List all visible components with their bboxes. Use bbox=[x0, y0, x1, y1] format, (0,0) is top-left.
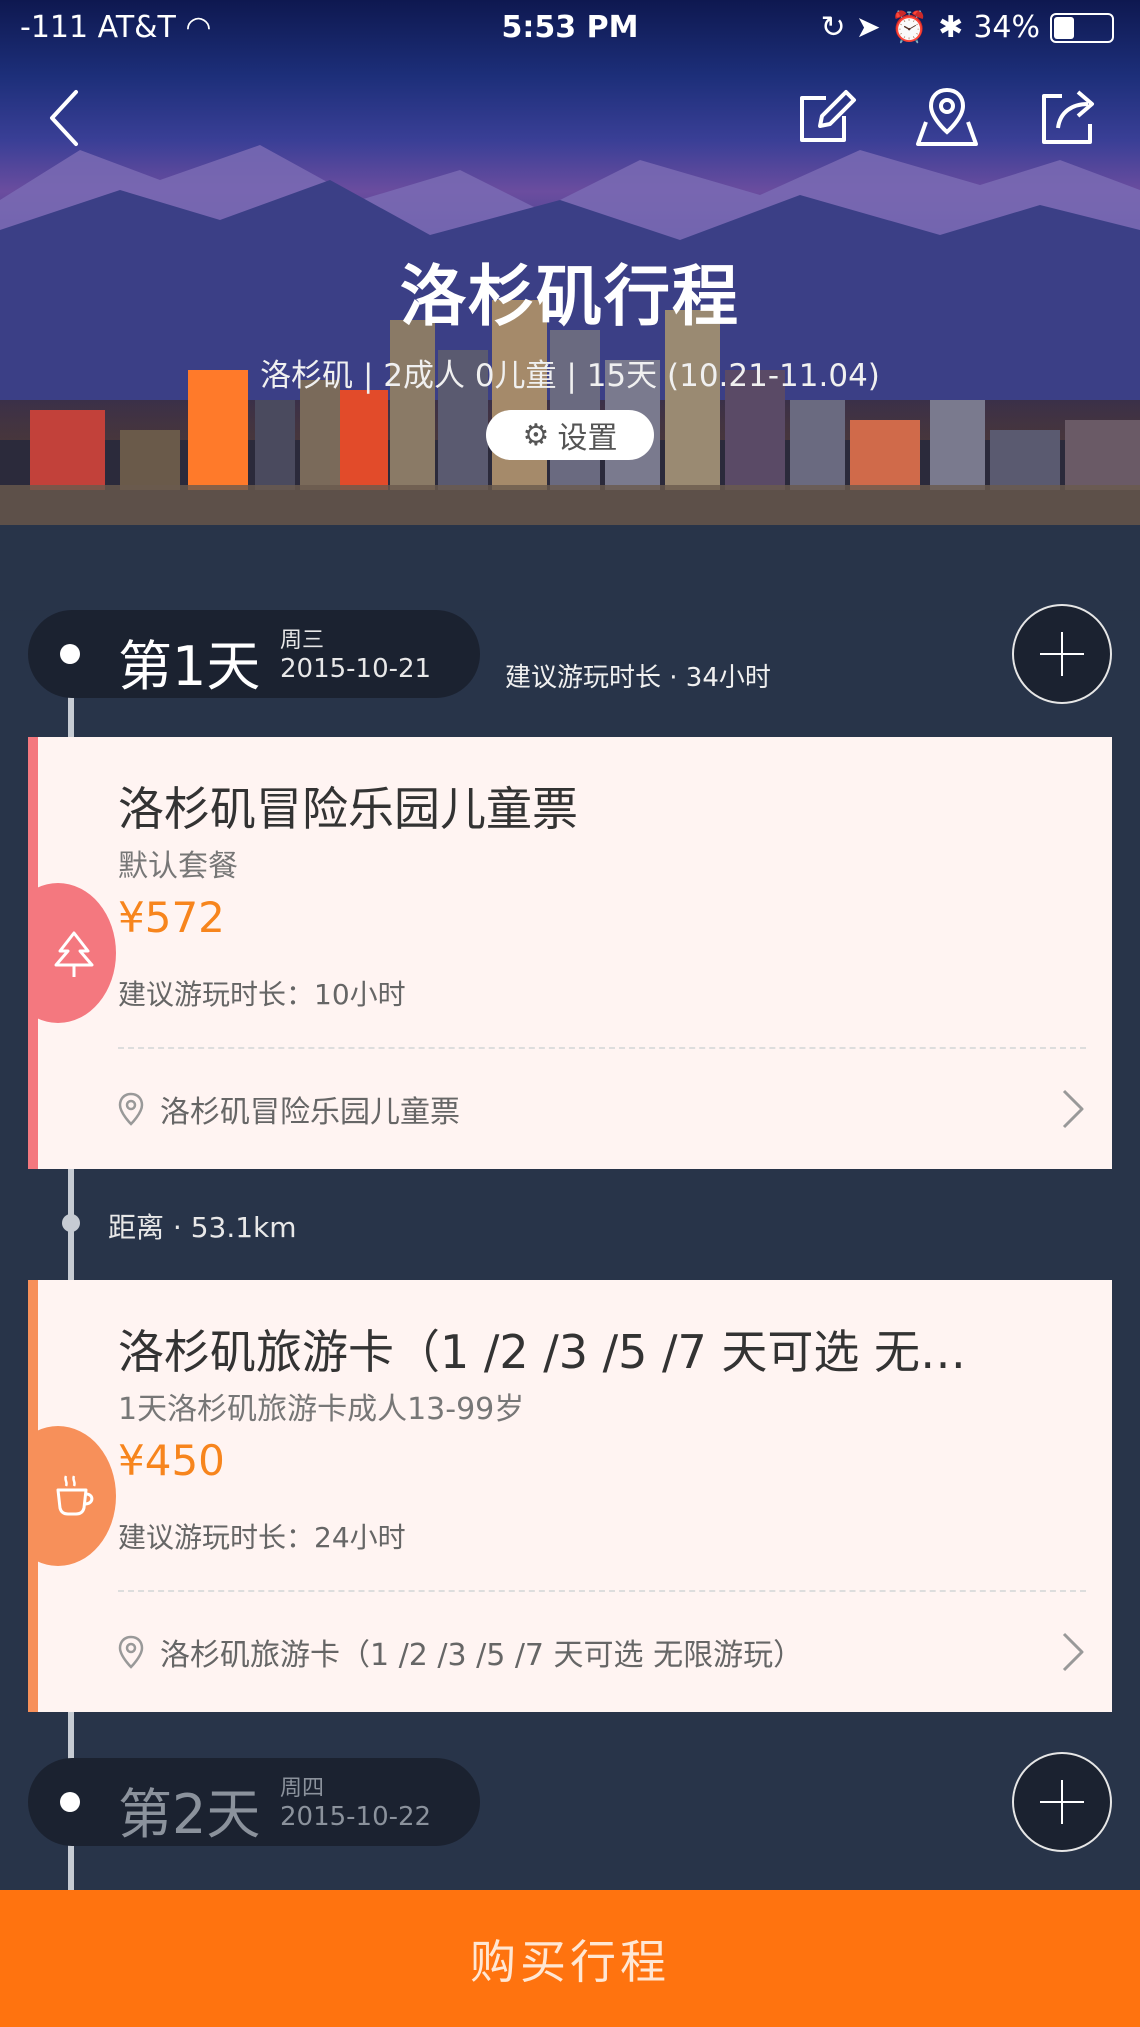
edit-icon bbox=[800, 90, 856, 142]
day-header-1: 第1天 周三 2015-10-21 bbox=[28, 610, 480, 698]
gear-icon: ⚙ bbox=[522, 417, 550, 453]
battery-percent: 34% bbox=[973, 10, 1040, 45]
card-title: 洛杉矶旅游卡（1 /2 /3 /5 /7 天可选 无… bbox=[118, 1325, 967, 1379]
day-weekday: 周三 bbox=[280, 628, 325, 653]
category-badge bbox=[28, 883, 116, 1023]
card-price: ¥450 bbox=[118, 1436, 225, 1485]
timeline-dot bbox=[60, 644, 80, 664]
buy-label: 购买行程 bbox=[470, 1934, 670, 1989]
location-arrow-icon: ➤ bbox=[855, 10, 881, 45]
timeline-dot bbox=[62, 1214, 80, 1232]
chevron-right-icon bbox=[1062, 1089, 1084, 1129]
day-label: 第2天 bbox=[118, 1783, 261, 1846]
card-location: 洛杉矶旅游卡（1 /2 /3 /5 /7 天可选 无限游玩） bbox=[160, 1638, 804, 1673]
settings-label: 设置 bbox=[557, 421, 618, 456]
add-item-button[interactable] bbox=[1012, 1752, 1112, 1852]
day-suggested-duration: 建议游玩时长 · 34小时 bbox=[505, 663, 771, 693]
status-right: ↻ ➤ ⏰ ✱ 34% bbox=[821, 10, 1114, 45]
itinerary-card[interactable]: 洛杉矶旅游卡（1 /2 /3 /5 /7 天可选 无… 1天洛杉矶旅游卡成人13… bbox=[28, 1280, 1112, 1712]
day-header-2: 第2天 周四 2015-10-22 bbox=[28, 1758, 480, 1846]
add-item-button[interactable] bbox=[1012, 604, 1112, 704]
edit-button[interactable] bbox=[792, 82, 862, 152]
card-package: 默认套餐 bbox=[118, 849, 238, 884]
category-badge bbox=[28, 1426, 116, 1566]
back-chevron-icon bbox=[50, 90, 78, 146]
card-duration: 建议游玩时长：24小时 bbox=[118, 1521, 406, 1554]
battery-icon bbox=[1050, 12, 1114, 43]
card-divider bbox=[118, 1047, 1086, 1049]
itinerary-card[interactable]: 洛杉矶冒险乐园儿童票 默认套餐 ¥572 建议游玩时长：10小时 洛杉矶冒险乐园… bbox=[28, 737, 1112, 1169]
alarm-icon: ⏰ bbox=[890, 10, 929, 45]
page-title: 洛杉矶行程 bbox=[400, 258, 740, 335]
share-icon bbox=[1042, 90, 1094, 144]
card-location: 洛杉矶冒险乐园儿童票 bbox=[160, 1095, 460, 1130]
day-weekday: 周四 bbox=[280, 1776, 325, 1801]
orientation-lock-icon: ↻ bbox=[820, 10, 846, 45]
card-location-row[interactable]: 洛杉矶旅游卡（1 /2 /3 /5 /7 天可选 无限游玩） bbox=[116, 1630, 803, 1674]
map-button[interactable] bbox=[912, 82, 982, 152]
back-button[interactable] bbox=[34, 82, 104, 152]
day-date: 2015-10-21 bbox=[280, 654, 432, 684]
chevron-right-icon bbox=[1062, 1632, 1084, 1672]
trip-summary: 洛杉矶 | 2成人 0儿童 | 15天 (10.21-11.04) bbox=[260, 358, 880, 394]
card-divider bbox=[118, 1590, 1086, 1592]
buy-itinerary-button[interactable]: 购买行程 bbox=[0, 1890, 1140, 2027]
bluetooth-icon: ✱ bbox=[938, 10, 964, 45]
distance-label: 距离 · 53.1km bbox=[108, 1211, 297, 1244]
status-bar: -111 AT&T ◠ 5:53 PM ↻ ➤ ⏰ ✱ 34% bbox=[0, 0, 1140, 58]
tree-icon bbox=[54, 931, 94, 977]
location-pin-icon bbox=[118, 1092, 144, 1126]
hero-banner: -111 AT&T ◠ 5:53 PM ↻ ➤ ⏰ ✱ 34% 洛杉矶行程 洛杉… bbox=[0, 0, 1140, 640]
map-pin-icon bbox=[916, 87, 978, 146]
location-pin-icon bbox=[118, 1635, 144, 1669]
share-button[interactable] bbox=[1032, 82, 1102, 152]
card-title: 洛杉矶冒险乐园儿童票 bbox=[118, 782, 578, 836]
card-duration: 建议游玩时长：10小时 bbox=[118, 978, 406, 1011]
day-label: 第1天 bbox=[118, 635, 261, 698]
timeline-dot bbox=[60, 1792, 80, 1812]
card-location-row[interactable]: 洛杉矶冒险乐园儿童票 bbox=[116, 1087, 460, 1131]
coffee-icon bbox=[56, 1475, 94, 1516]
settings-button[interactable]: ⚙ 设置 bbox=[486, 410, 654, 460]
card-price: ¥572 bbox=[118, 893, 225, 942]
day-date: 2015-10-22 bbox=[280, 1802, 432, 1832]
card-package: 1天洛杉矶旅游卡成人13-99岁 bbox=[118, 1392, 525, 1427]
